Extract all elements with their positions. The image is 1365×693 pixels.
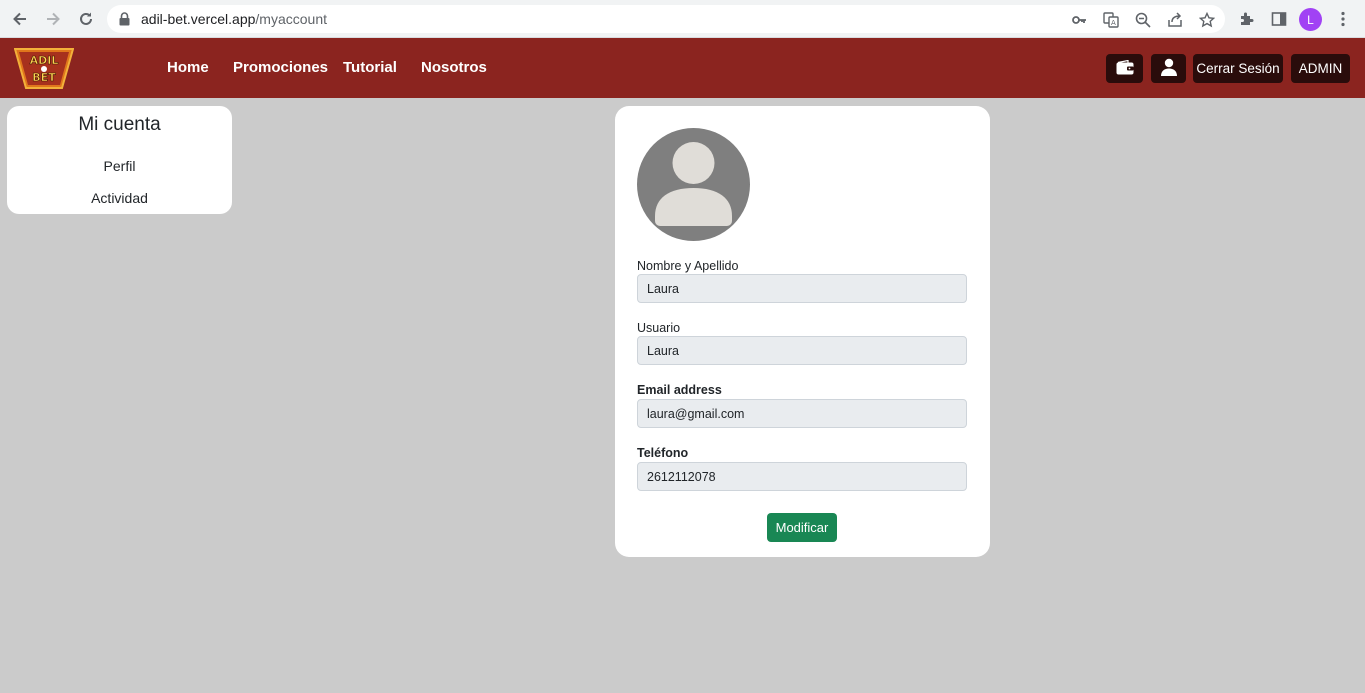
- forward-arrow-icon[interactable]: [41, 7, 65, 31]
- logo-text-bottom: BET: [32, 71, 56, 84]
- svg-text:A: A: [1111, 19, 1116, 27]
- reload-icon[interactable]: [74, 7, 98, 31]
- adil-bet-logo[interactable]: ADIL BET: [13, 47, 75, 90]
- browser-toolbar: adil-bet.vercel.app/myaccount A L: [0, 0, 1365, 38]
- wallet-button[interactable]: [1106, 54, 1143, 83]
- field-label-email: Email address: [637, 383, 722, 397]
- nav-link-home[interactable]: Home: [167, 59, 209, 76]
- key-icon[interactable]: [1070, 11, 1088, 29]
- url-path: /myaccount: [255, 11, 327, 27]
- user-silhouette-icon: [655, 142, 732, 226]
- profile-card: Nombre y Apellido Usuario Email address …: [615, 106, 990, 557]
- browser-profile-avatar[interactable]: L: [1299, 8, 1322, 31]
- logout-button[interactable]: Cerrar Sesión: [1193, 54, 1283, 83]
- wallet-icon: [1116, 59, 1134, 78]
- account-sidebar: Mi cuenta Perfil Actividad: [7, 106, 232, 214]
- back-arrow-icon[interactable]: [8, 7, 32, 31]
- field-label-usuario: Usuario: [637, 321, 681, 335]
- side-panel-icon[interactable]: [1269, 9, 1289, 29]
- nombre-input[interactable]: [637, 274, 967, 303]
- zoom-out-icon[interactable]: [1134, 11, 1152, 29]
- modificar-button[interactable]: Modificar: [767, 513, 837, 542]
- field-label-telefono: Teléfono: [637, 446, 689, 460]
- user-icon: [1160, 58, 1178, 79]
- bookmark-star-icon[interactable]: [1198, 11, 1216, 29]
- field-label-nombre: Nombre y Apellido: [637, 259, 739, 273]
- site-navbar: ADIL BET Home Promociones Tutorial Nosot…: [0, 38, 1365, 98]
- email-input[interactable]: [637, 399, 967, 428]
- translate-icon[interactable]: A: [1102, 11, 1120, 29]
- sidebar-item-perfil[interactable]: Perfil: [7, 158, 232, 174]
- admin-button[interactable]: ADMIN: [1291, 54, 1350, 83]
- nav-link-promociones[interactable]: Promociones: [233, 59, 328, 76]
- share-icon[interactable]: [1166, 11, 1184, 29]
- extensions-icon[interactable]: [1237, 9, 1257, 29]
- usuario-input[interactable]: [637, 336, 967, 365]
- sidebar-item-actividad[interactable]: Actividad: [7, 190, 232, 206]
- url-domain: adil-bet.vercel.app: [141, 11, 256, 27]
- profile-avatar: [637, 128, 750, 241]
- telefono-input[interactable]: [637, 462, 967, 491]
- logo-text-top: ADIL: [30, 54, 59, 67]
- url-text: adil-bet.vercel.app/myaccount: [141, 11, 327, 27]
- user-button[interactable]: [1151, 54, 1186, 83]
- lock-icon: [119, 12, 130, 31]
- nav-link-nosotros[interactable]: Nosotros: [421, 59, 487, 76]
- nav-link-tutorial[interactable]: Tutorial: [343, 59, 397, 76]
- address-bar[interactable]: adil-bet.vercel.app/myaccount A: [107, 5, 1225, 33]
- menu-kebab-icon[interactable]: [1333, 9, 1353, 29]
- sidebar-title: Mi cuenta: [78, 114, 161, 135]
